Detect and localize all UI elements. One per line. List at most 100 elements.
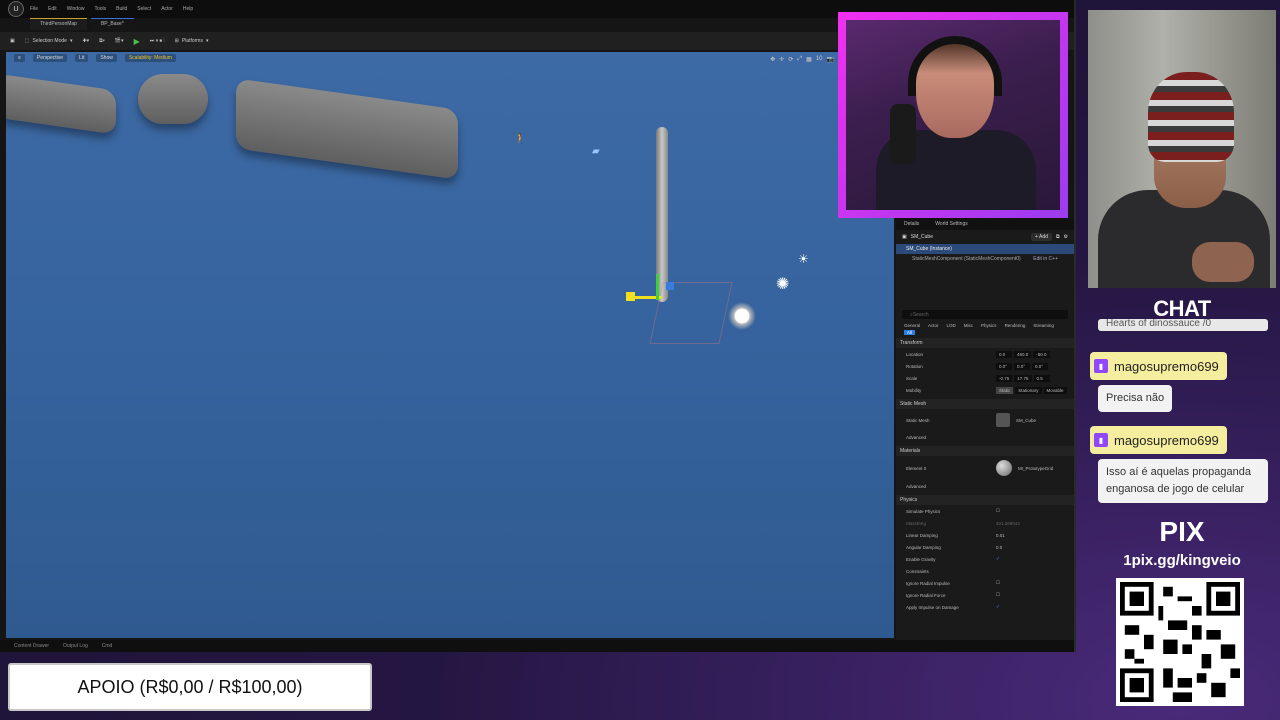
unreal-logo-icon[interactable]: U <box>8 1 24 17</box>
cylinder-mesh[interactable] <box>138 74 208 124</box>
menu-edit[interactable]: Edit <box>48 6 57 12</box>
mobility-static[interactable]: Static <box>996 386 1014 394</box>
component-row[interactable]: StaticMeshComponent (StaticMeshComponent… <box>896 254 1074 264</box>
platforms-dropdown[interactable]: ⊞ Platforms ▾ <box>175 38 209 44</box>
filter-streaming[interactable]: Streaming <box>1033 323 1054 328</box>
menu-select[interactable]: Select <box>137 6 151 12</box>
scale-tool-icon[interactable]: ⤢ <box>797 56 802 63</box>
output-log-button[interactable]: Output Log <box>63 643 88 649</box>
player-start-icon[interactable]: 🚶 <box>514 134 526 145</box>
simulate-physics-row[interactable]: Simulate Physics ☐ <box>896 505 1074 517</box>
filter-misc[interactable]: Misc <box>964 323 973 328</box>
gizmo-z-axis[interactable] <box>666 282 674 290</box>
camera-actor-icon[interactable]: ▰ <box>592 146 600 157</box>
advanced-toggle-2[interactable]: Advanced <box>896 480 1074 492</box>
long-block-mesh[interactable] <box>236 78 458 180</box>
simulate-physics-checkbox[interactable]: ☐ <box>996 508 1000 514</box>
advanced-toggle[interactable]: Advanced <box>896 431 1074 443</box>
angular-damping-value[interactable]: 0.0 <box>996 545 1002 550</box>
scale-label[interactable]: Scale <box>906 376 996 381</box>
instance-row[interactable]: SM_Cube (Instance) <box>896 244 1074 254</box>
menu-window[interactable]: Window <box>67 6 85 12</box>
lit-button[interactable]: Lit <box>75 54 89 62</box>
ignore-radial-impulse-checkbox[interactable]: ☐ <box>996 580 1000 586</box>
tab-bp-base[interactable]: BP_Base* <box>90 18 134 30</box>
physics-section[interactable]: Physics <box>896 495 1074 505</box>
filter-physics[interactable]: Physics <box>981 323 997 328</box>
ignore-radial-impulse-row[interactable]: Ignore Radial Impulse ☐ <box>896 577 1074 589</box>
static-mesh-section[interactable]: Static Mesh <box>896 399 1074 409</box>
tab-world-settings[interactable]: World Settings <box>927 221 975 227</box>
menu-tools[interactable]: Tools <box>94 6 106 12</box>
block-mesh[interactable] <box>6 73 116 135</box>
static-mesh-value[interactable]: SM_Cube <box>1016 418 1036 423</box>
show-button[interactable]: Show <box>96 54 117 62</box>
select-tool-icon[interactable]: ✥ <box>770 56 775 63</box>
filter-actor[interactable]: Actor <box>928 323 939 328</box>
location-label[interactable]: Location <box>906 352 996 357</box>
linear-damping-value[interactable]: 0.01 <box>996 533 1005 538</box>
mass-value[interactable]: 401.269043 <box>996 521 1020 526</box>
rotation-z[interactable]: 0.0° <box>1032 362 1048 370</box>
camera-speed-icon[interactable]: 📷 <box>827 56 834 63</box>
material-thumbnail[interactable] <box>996 460 1012 476</box>
rotation-x[interactable]: 0.0° <box>996 362 1012 370</box>
rotation-label[interactable]: Rotation <box>906 364 996 369</box>
grid-snap-value[interactable]: 10 <box>816 56 823 63</box>
selection-mode-dropdown[interactable]: ⬚ Selection Mode ▾ <box>25 38 73 44</box>
point-light-icon[interactable] <box>728 302 756 330</box>
enable-gravity-row[interactable]: Enable Gravity ✓ <box>896 553 1074 565</box>
location-y[interactable]: 450.0 <box>1014 350 1032 358</box>
transform-section[interactable]: Transform <box>896 338 1074 348</box>
edit-cpp-link[interactable]: Edit in C++ <box>1033 256 1058 262</box>
ignore-radial-force-checkbox[interactable]: ☐ <box>996 592 1000 598</box>
details-search-input[interactable]: ⌕ Search <box>902 310 1068 319</box>
apply-impulse-checkbox[interactable]: ✓ <box>996 604 1000 610</box>
rotation-y[interactable]: 0.0° <box>1014 362 1030 370</box>
viewport-options-button[interactable]: ≡ <box>14 54 25 62</box>
enable-gravity-checkbox[interactable]: ✓ <box>996 556 1000 562</box>
location-x[interactable]: 0.0 <box>996 350 1012 358</box>
menu-build[interactable]: Build <box>116 6 127 12</box>
filter-lod[interactable]: LOD <box>947 323 956 328</box>
cinematics-icon[interactable]: 🎬▾ <box>115 38 124 44</box>
menu-file[interactable]: File <box>30 6 38 12</box>
apply-impulse-row[interactable]: Apply Impulse on Damage ✓ <box>896 601 1074 613</box>
add-content-icon[interactable]: ✚▾ <box>82 38 89 44</box>
settings-icon[interactable]: ⚙ <box>1064 234 1068 240</box>
play-button[interactable]: ▶ <box>134 37 140 46</box>
perspective-button[interactable]: Perspective <box>32 54 68 62</box>
scalability-button[interactable]: Scalability: Medium <box>124 54 176 62</box>
add-component-button[interactable]: + Add <box>1031 233 1052 241</box>
element0-value[interactable]: MI_PrototypeGrid <box>1018 466 1053 471</box>
scale-z[interactable]: 0.5 <box>1033 374 1050 382</box>
mobility-stationary[interactable]: Stationary <box>1015 386 1042 394</box>
tab-thirdpersonmap[interactable]: ThirdPersonMap <box>30 18 87 30</box>
sky-light-icon[interactable]: ✺ <box>776 274 789 294</box>
gizmo-handle[interactable] <box>626 292 635 301</box>
menu-help[interactable]: Help <box>183 6 193 12</box>
constraints-toggle[interactable]: Constraints <box>896 565 1074 577</box>
cmd-input[interactable]: Cmd <box>102 643 113 649</box>
level-viewport[interactable]: ≡ Perspective Lit Show Scalability: Medi… <box>6 52 894 638</box>
gizmo-y-axis[interactable] <box>656 274 659 300</box>
tab-details[interactable]: Details <box>896 221 927 227</box>
filter-rendering[interactable]: Rendering <box>1005 323 1026 328</box>
blueprint-icon[interactable]: ⧉▾ <box>99 38 105 44</box>
filter-general[interactable]: General <box>904 323 920 328</box>
rotate-tool-icon[interactable]: ⟳ <box>788 56 793 63</box>
grid-snap-icon[interactable]: ▦ <box>806 56 812 63</box>
content-drawer-button[interactable]: Content Drawer <box>14 643 49 649</box>
mobility-movable[interactable]: Movable <box>1043 386 1067 394</box>
location-z[interactable]: -50.0 <box>1033 350 1050 358</box>
directional-light-icon[interactable]: ☀ <box>798 252 809 266</box>
menu-actor[interactable]: Actor <box>161 6 173 12</box>
play-options-icon[interactable]: ⏭ ⏸ ⏹ ⋮ <box>150 38 165 44</box>
scale-y[interactable]: 17.75 <box>1014 374 1032 382</box>
save-icon[interactable]: ▣ <box>10 38 15 44</box>
ignore-radial-force-row[interactable]: Ignore Radial Force ☐ <box>896 589 1074 601</box>
blueprint-icon[interactable]: ⧉ <box>1056 234 1060 240</box>
materials-section[interactable]: Materials <box>896 446 1074 456</box>
filter-all[interactable]: All <box>904 330 916 335</box>
move-tool-icon[interactable]: ✛ <box>779 56 784 63</box>
